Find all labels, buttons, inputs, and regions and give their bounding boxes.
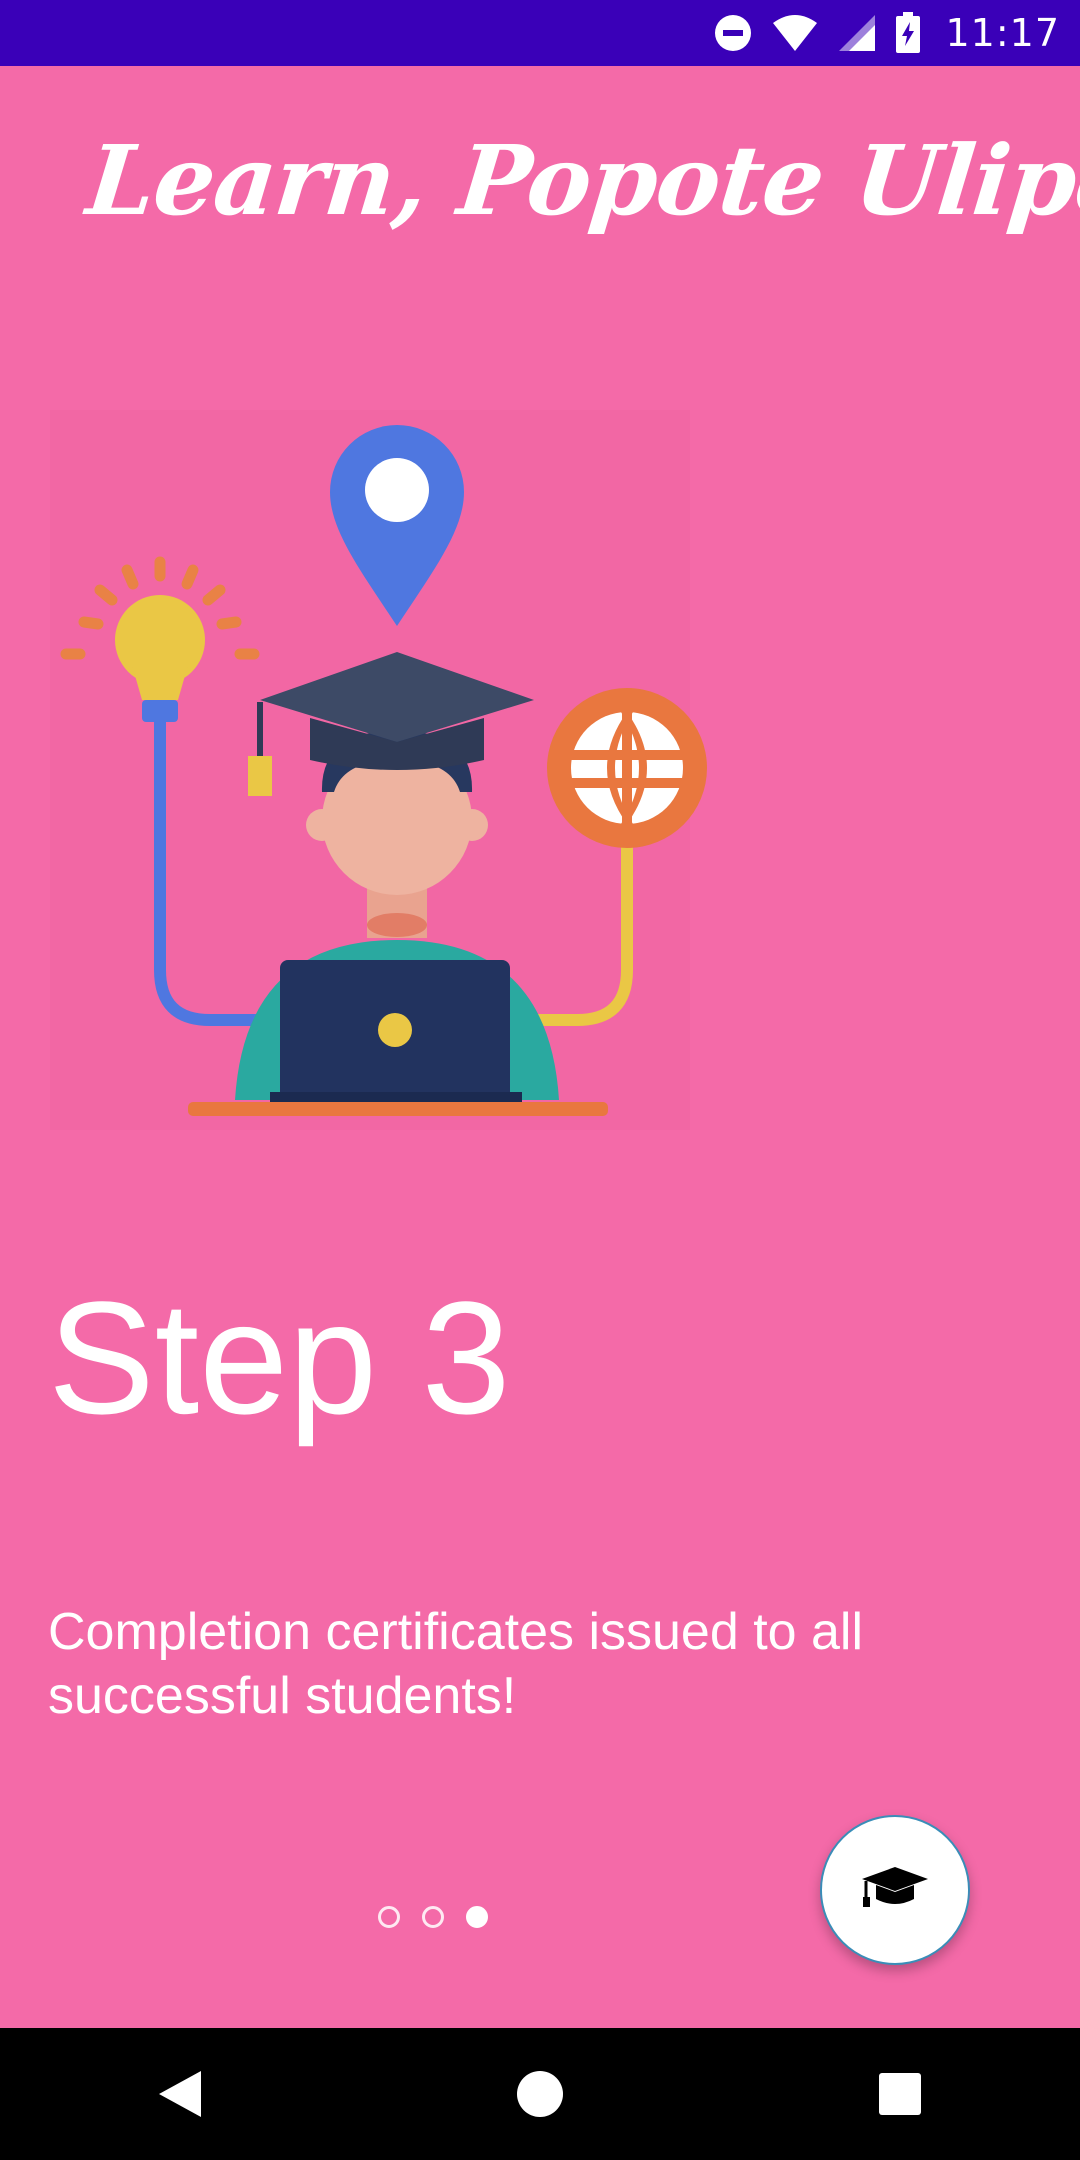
status-time: 11:17 bbox=[945, 11, 1060, 55]
recents-icon bbox=[879, 2073, 921, 2115]
home-button[interactable] bbox=[485, 2039, 595, 2149]
globe-icon bbox=[547, 688, 707, 848]
navigation-bar bbox=[0, 2028, 1080, 2160]
pager-dot-2[interactable] bbox=[422, 1906, 444, 1928]
do-not-disturb-icon bbox=[713, 13, 753, 53]
finish-button[interactable] bbox=[820, 1815, 970, 1965]
back-button[interactable] bbox=[125, 2039, 235, 2149]
recents-button[interactable] bbox=[845, 2039, 955, 2149]
page-indicator bbox=[378, 1906, 488, 1928]
battery-charging-icon bbox=[895, 12, 921, 54]
step-title: Step 3 bbox=[48, 1268, 511, 1447]
app-title: Learn, Popote Ulipo! bbox=[82, 124, 1080, 237]
graduation-cap-icon bbox=[860, 1865, 930, 1916]
status-icons: 11:17 bbox=[713, 0, 1060, 66]
status-bar: 11:17 bbox=[0, 0, 1080, 66]
step-description: Completion certificates issued to all su… bbox=[48, 1603, 864, 1725]
signal-icon bbox=[837, 13, 877, 53]
pager-dot-1[interactable] bbox=[378, 1906, 400, 1928]
pager-dot-3-active[interactable] bbox=[466, 1906, 488, 1928]
graduate-student-laptop-illustration bbox=[40, 380, 760, 1140]
back-icon bbox=[159, 2071, 201, 2117]
wifi-icon bbox=[771, 13, 819, 53]
laptop-illustration bbox=[270, 960, 522, 1106]
home-icon bbox=[517, 2071, 563, 2117]
